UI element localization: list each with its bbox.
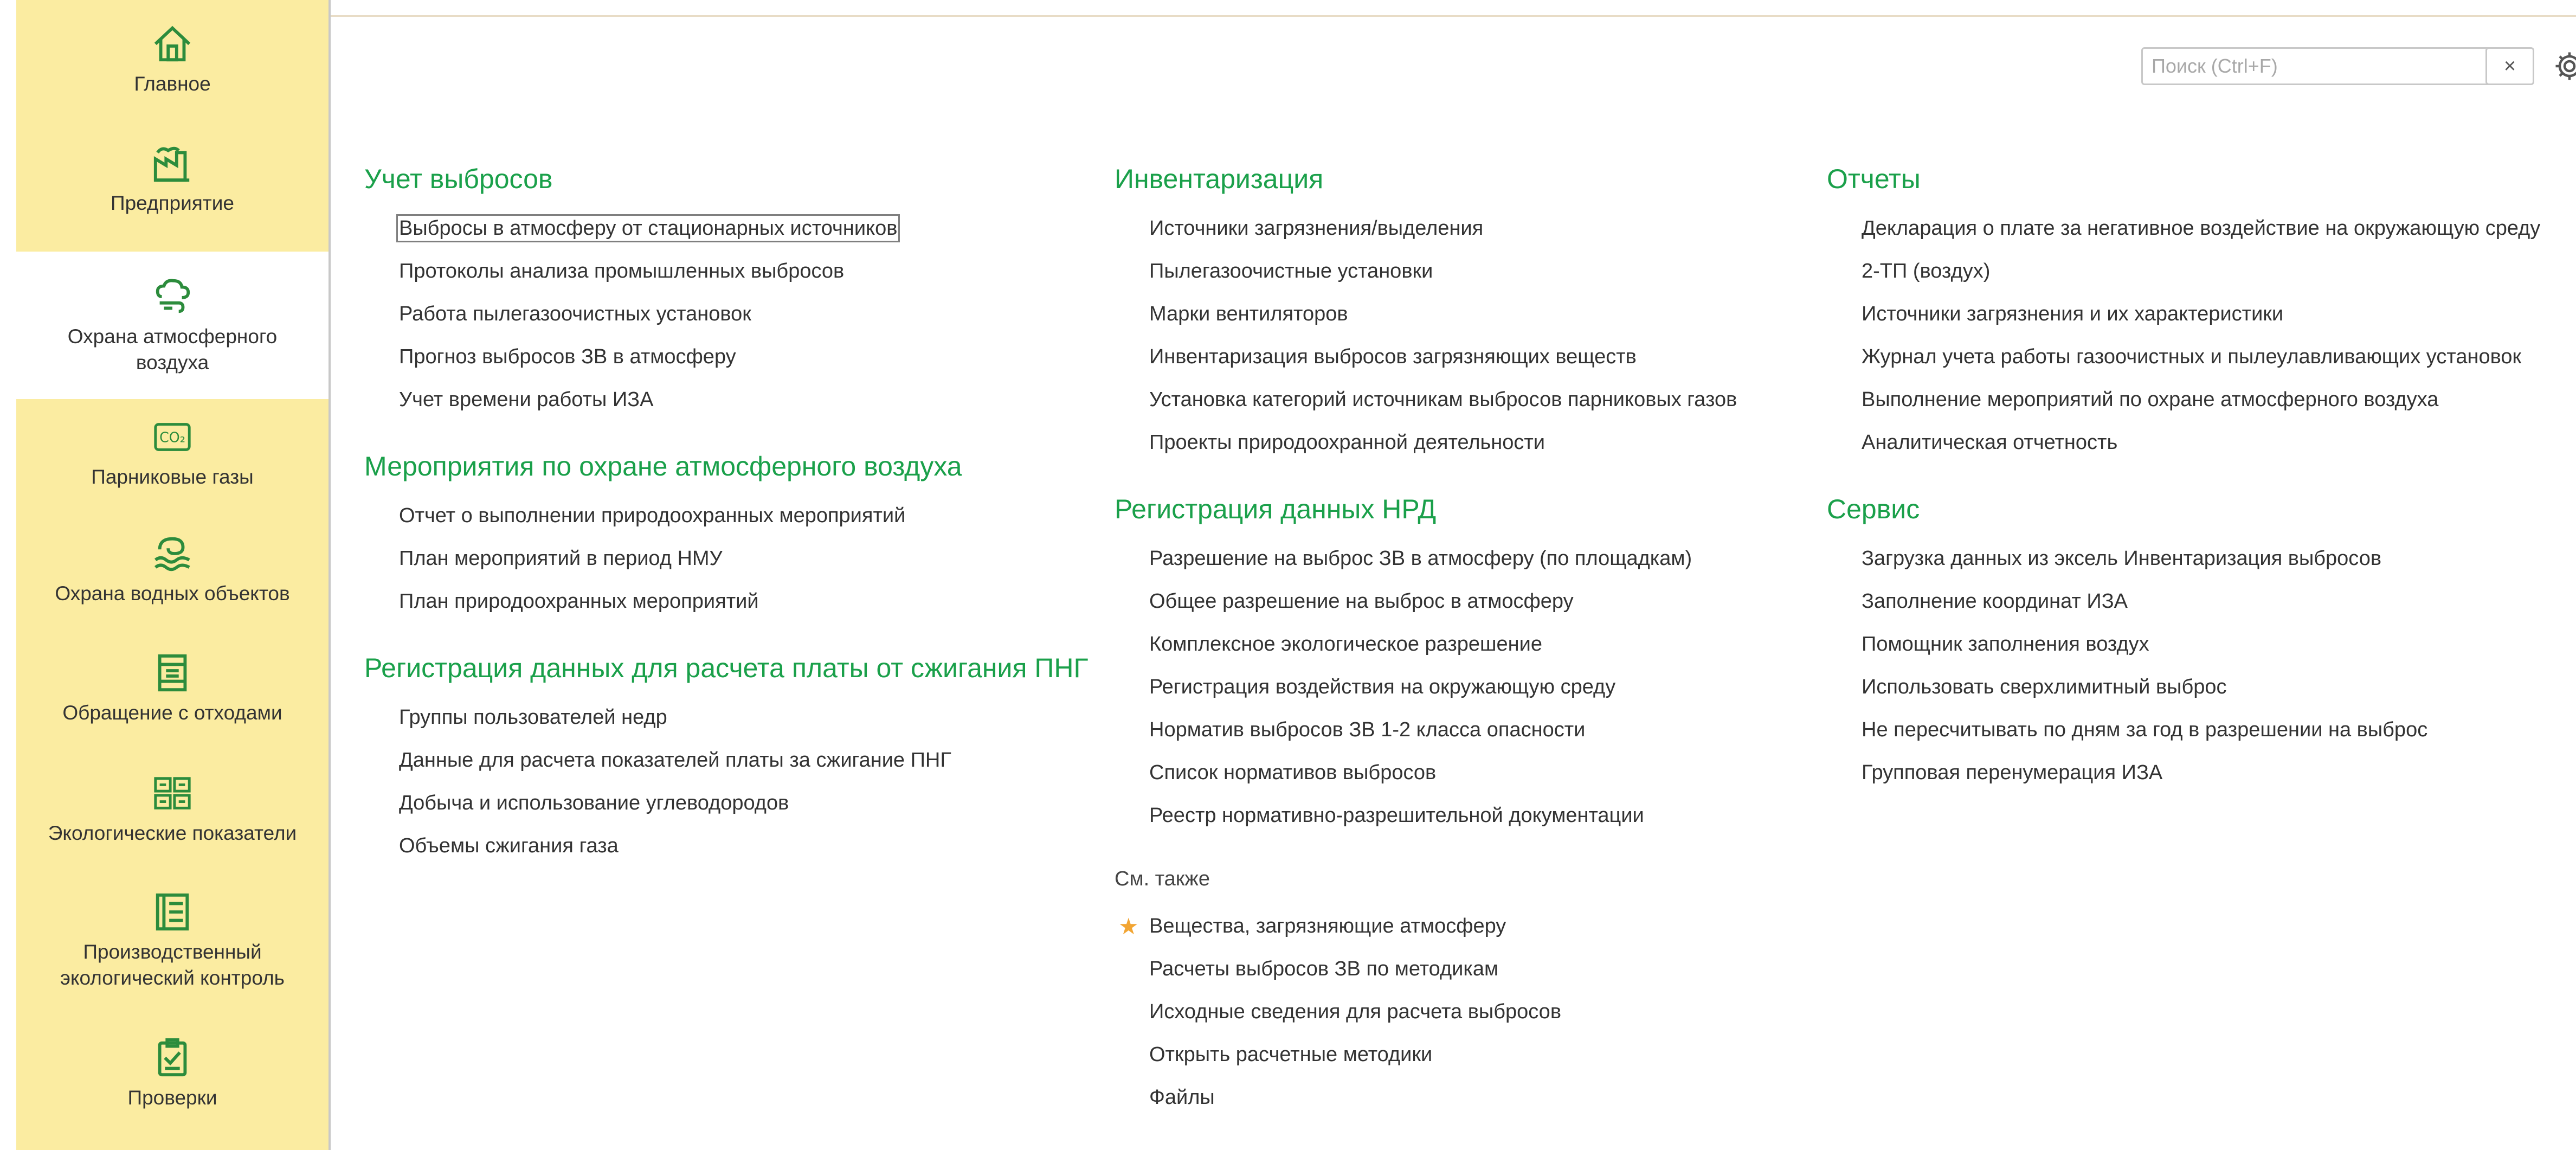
link-nmu-plan[interactable]: План мероприятий в период НМУ — [364, 537, 1089, 580]
link-measures-report[interactable]: Отчет о выполнении природоохранных мероп… — [364, 494, 1089, 537]
sidebar-item-label: Охрана атмосферного воздуха — [67, 325, 278, 374]
column-reports: Отчеты Декларация о плате за негативное … — [1827, 163, 2540, 823]
link-pollutant-inventory[interactable]: Инвентаризация выбросов загрязняющих вещ… — [1115, 336, 1737, 378]
sidebar-item-enterprise[interactable]: Предприятие — [16, 130, 329, 228]
sidebar-item-waste[interactable]: Обращение с отходами — [16, 645, 329, 732]
sidebar-item-eco-indicators[interactable]: Экологические показатели — [16, 766, 329, 852]
link-industrial-emission-protocols[interactable]: Протоколы анализа промышленных выбросов — [364, 250, 1089, 293]
inspection-icon — [151, 1036, 194, 1080]
sidebar-item-label: Экологические показатели — [48, 822, 297, 844]
group-inventory: Инвентаризация Источники загрязнения/выд… — [1115, 163, 1737, 464]
search-input[interactable] — [2141, 47, 2502, 85]
link-over-limit-emission[interactable]: Использовать сверхлимитный выброс — [1827, 666, 2540, 709]
group-see-also: См. также ★ Вещества, загрязняющие атмосф… — [1115, 863, 1737, 1119]
group-title: Отчеты — [1827, 164, 1921, 194]
sidebar-item-label: Обращение с отходами — [62, 702, 282, 724]
link-gas-flaring-volumes[interactable]: Объемы сжигания газа — [364, 825, 1089, 868]
sidebar-divider — [329, 0, 331, 1150]
sidebar-item-label: Главное — [134, 73, 211, 95]
column-inventory: Инвентаризация Источники загрязнения/выд… — [1115, 163, 1737, 1148]
group-title: Регистрация данных для расчета платы от … — [364, 653, 1089, 683]
svg-text:CO₂: CO₂ — [159, 429, 185, 446]
co2-icon: CO₂ — [151, 415, 194, 459]
sidebar-item-label: Охрана водных объектов — [55, 582, 290, 605]
link-excel-import[interactable]: Загрузка данных из эксель Инвентаризация… — [1827, 537, 2540, 580]
sidebar-item-air-protection[interactable]: Охрана атмосферного воздуха — [16, 252, 329, 399]
link-measures-execution[interactable]: Выполнение мероприятий по охране атмосфе… — [1827, 378, 2540, 421]
group-title: Сервис — [1827, 494, 1920, 524]
link-hydrocarbon-production[interactable]: Добыча и использование углеводородов — [364, 782, 1089, 825]
sidebar-item-label: Производственный экологический контроль — [60, 941, 285, 989]
see-also-title: См. также — [1115, 868, 1210, 890]
star-icon: ★ — [1118, 914, 1139, 939]
group-title: Учет выбросов — [364, 164, 553, 194]
group-title: Регистрация данных НРД — [1115, 494, 1437, 524]
link-files[interactable]: Файлы — [1115, 1076, 1737, 1119]
gear-icon — [2555, 52, 2576, 80]
link-air-pollutants[interactable]: ★ Вещества, загрязняющие атмосферу — [1115, 905, 1737, 948]
link-no-daily-recalc[interactable]: Не пересчитывать по дням за год в разреш… — [1827, 709, 2540, 751]
home-icon — [151, 22, 194, 66]
group-reports: Отчеты Декларация о плате за негативное … — [1827, 163, 2540, 464]
link-emission-norms-list[interactable]: Список нормативов выбросов — [1115, 751, 1737, 794]
sidebar-item-label: Проверки — [127, 1087, 217, 1109]
top-divider — [331, 15, 2576, 17]
link-emission-forecast[interactable]: Прогноз выбросов ЗВ в атмосферу — [364, 336, 1089, 378]
group-title: Инвентаризация — [1115, 164, 1324, 194]
factory-icon — [151, 142, 194, 185]
link-fan-brands[interactable]: Марки вентиляторов — [1115, 293, 1737, 336]
waste-icon — [151, 651, 194, 695]
link-impact-registration[interactable]: Регистрация воздействия на окружающую ср… — [1115, 666, 1737, 709]
link-air-fill-assistant[interactable]: Помощник заполнения воздух — [1827, 623, 2540, 666]
link-permit-registry[interactable]: Реестр нормативно-разрешительной докумен… — [1115, 794, 1737, 837]
link-subsoil-user-groups[interactable]: Группы пользователей недр — [364, 696, 1089, 739]
link-general-emission-permit[interactable]: Общее разрешение на выброс в атмосферу — [1115, 580, 1737, 623]
link-iza-coordinates[interactable]: Заполнение координат ИЗА — [1827, 580, 2540, 623]
link-stationary-emissions[interactable]: Выбросы в атмосферу от стационарных исто… — [364, 207, 1089, 250]
link-emission-permit-by-site[interactable]: Разрешение на выброс ЗВ в атмосферу (по … — [1115, 537, 1737, 580]
link-environmental-projects[interactable]: Проекты природоохранной деятельности — [1115, 421, 1737, 464]
indicators-icon — [151, 772, 194, 815]
link-complex-eco-permit[interactable]: Комплексное экологическое разрешение — [1115, 623, 1737, 666]
link-dust-gas-units-operation[interactable]: Работа пылегазоочистных установок — [364, 293, 1089, 336]
link-payment-declaration[interactable]: Декларация о плате за негативное воздейс… — [1827, 207, 2540, 250]
water-icon — [151, 532, 194, 575]
link-analytics[interactable]: Аналитическая отчетность — [1827, 421, 2540, 464]
control-icon — [151, 890, 194, 934]
link-hazard-class-norm[interactable]: Норматив выбросов ЗВ 1-2 класса опасност… — [1115, 709, 1737, 751]
link-iza-operating-time[interactable]: Учет времени работы ИЗА — [364, 378, 1089, 421]
link-calculation-methods[interactable]: Открыть расчетные методики — [1115, 1033, 1737, 1076]
group-title: Мероприятия по охране атмосферного возду… — [364, 451, 962, 481]
link-group-renumbering[interactable]: Групповая перенумерация ИЗА — [1827, 751, 2540, 794]
sidebar-item-production-control[interactable]: Производственный экологический контроль — [16, 878, 329, 1003]
sidebar-item-home[interactable]: Главное — [16, 11, 329, 108]
sidebar-item-water-protection[interactable]: Охрана водных объектов — [16, 526, 329, 613]
column-emissions: Учет выбросов Выбросы в атмосферу от ста… — [364, 163, 1089, 896]
group-emissions-accounting: Учет выбросов Выбросы в атмосферу от ста… — [364, 163, 1089, 421]
link-source-characteristics[interactable]: Источники загрязнения и их характеристик… — [1827, 293, 2540, 336]
link-2tp-air[interactable]: 2-ТП (воздух) — [1827, 250, 2540, 293]
sidebar-item-label: Парниковые газы — [91, 466, 254, 488]
link-emission-calculations[interactable]: Расчеты выбросов ЗВ по методикам — [1115, 948, 1737, 991]
search-clear-button[interactable]: × — [2485, 47, 2534, 85]
group-png-flaring: Регистрация данных для расчета платы от … — [364, 652, 1089, 868]
link-greenhouse-categories[interactable]: Установка категорий источникам выбросов … — [1115, 378, 1737, 421]
sidebar-item-greenhouse-gases[interactable]: CO₂ Парниковые газы — [16, 412, 329, 493]
group-air-protection-measures: Мероприятия по охране атмосферного возду… — [364, 450, 1089, 623]
link-png-payment-data[interactable]: Данные для расчета показателей платы за … — [364, 739, 1089, 782]
link-dust-gas-units[interactable]: Пылегазоочистные установки — [1115, 250, 1737, 293]
settings-button[interactable] — [2553, 50, 2576, 82]
link-initial-data[interactable]: Исходные сведения для расчета выбросов — [1115, 991, 1737, 1033]
close-icon: × — [2503, 54, 2516, 78]
group-service: Сервис Загрузка данных из эксель Инвента… — [1827, 493, 2540, 794]
sidebar-item-label: Предприятие — [110, 192, 235, 214]
air-icon — [151, 275, 194, 318]
sidebar-item-inspections[interactable]: Проверки — [16, 1030, 329, 1117]
link-cleaning-units-journal[interactable]: Журнал учета работы газоочистных и пылеу… — [1827, 336, 2540, 378]
link-pollution-sources[interactable]: Источники загрязнения/выделения — [1115, 207, 1737, 250]
group-nrd-registration: Регистрация данных НРД Разрешение на выб… — [1115, 493, 1737, 837]
link-environmental-plan[interactable]: План природоохранных мероприятий — [364, 580, 1089, 623]
sidebar-left-gap — [0, 0, 16, 1150]
